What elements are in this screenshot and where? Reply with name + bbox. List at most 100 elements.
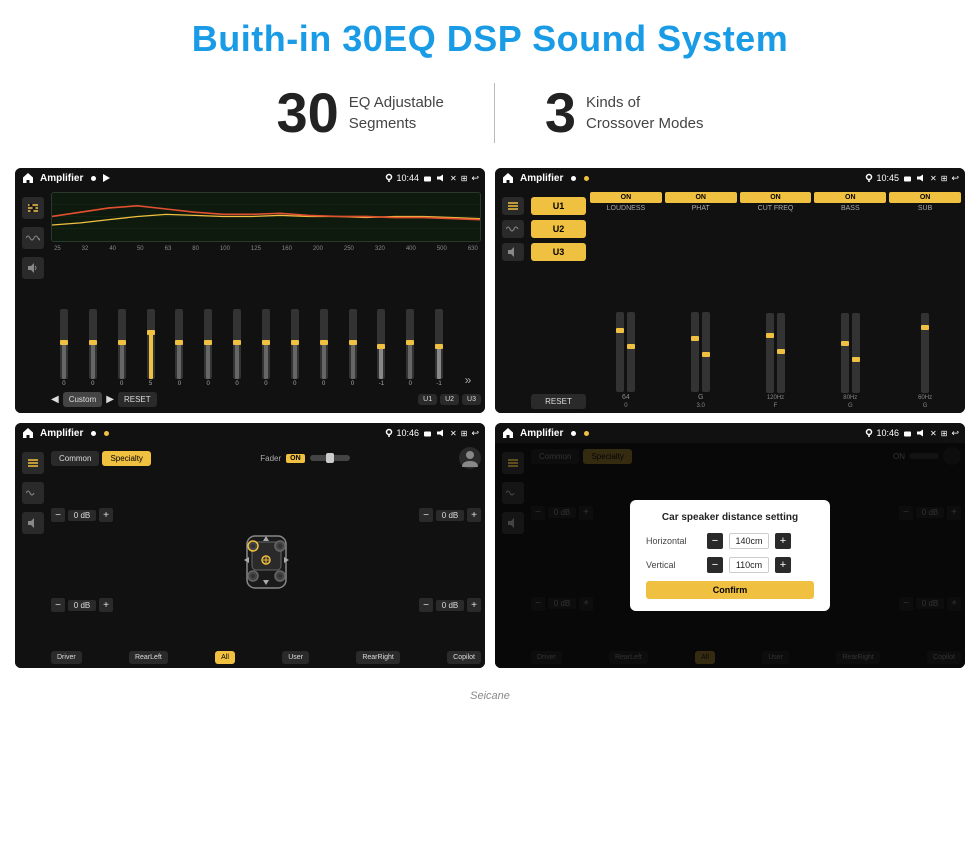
expand-btn-1[interactable]: ⊞ (461, 174, 468, 183)
sub-slider-1[interactable] (921, 313, 929, 393)
eq-prev-btn[interactable]: ◀ (51, 394, 59, 405)
horizontal-minus-btn[interactable]: − (707, 533, 723, 549)
phat-on-btn[interactable]: ON (665, 192, 737, 203)
crossover-side-btn-1[interactable] (502, 197, 524, 215)
horizontal-label: Horizontal (646, 536, 701, 546)
close-btn-1[interactable]: ✕ (450, 174, 457, 183)
u2-btn[interactable]: U2 (531, 220, 586, 238)
db-minus-rl[interactable]: − (51, 598, 65, 612)
avatar-icon[interactable] (459, 447, 481, 469)
cutfreq-on-btn[interactable]: ON (740, 192, 812, 203)
u3-btn[interactable]: U3 (531, 243, 586, 261)
eq-reset-btn[interactable]: RESET (118, 392, 157, 407)
expand-btn-2[interactable]: ⊞ (941, 174, 948, 183)
tab-specialty[interactable]: Specialty (102, 451, 150, 466)
back-btn-4[interactable]: ↩ (951, 428, 959, 439)
eq-slider-track[interactable] (262, 309, 270, 379)
speaker-side-btn-3[interactable] (22, 512, 44, 534)
speaker-side-btn-2[interactable] (22, 482, 44, 504)
close-btn-4[interactable]: ✕ (930, 429, 937, 438)
fader-track[interactable] (310, 455, 350, 461)
rear-right-btn[interactable]: RearRight (356, 651, 400, 664)
eq-slider-track[interactable] (435, 309, 443, 379)
eq-slider-track[interactable] (320, 309, 328, 379)
eq-slider-track[interactable] (377, 309, 385, 379)
eq-side-btn-3[interactable] (22, 257, 44, 279)
horizontal-plus-btn[interactable]: + (775, 533, 791, 549)
all-btn[interactable]: All (215, 651, 235, 664)
user-btn[interactable]: User (282, 651, 309, 664)
screen4-title: Amplifier (520, 428, 563, 439)
home-icon-2[interactable] (501, 171, 515, 185)
back-btn-2[interactable]: ↩ (951, 173, 959, 184)
db-minus-rr[interactable]: − (419, 598, 433, 612)
eq-slider-track[interactable] (175, 309, 183, 379)
wave-icon-1 (26, 234, 40, 242)
eq-slider-track[interactable] (60, 309, 68, 379)
eq-slider-track[interactable] (291, 309, 299, 379)
phat-slider-1[interactable] (691, 312, 699, 392)
expand-btn-3[interactable]: ⊞ (461, 429, 468, 438)
eq-slider-track[interactable] (406, 309, 414, 379)
eq-preset-label[interactable]: Custom (63, 392, 103, 407)
eq-graph (51, 192, 481, 242)
eq-slider-track[interactable] (89, 309, 97, 379)
crossover-side-btn-3[interactable] (502, 243, 524, 261)
eq-side-btn-1[interactable] (22, 197, 44, 219)
crossover-side-btn-2[interactable] (502, 220, 524, 238)
bass-on-btn[interactable]: ON (814, 192, 886, 203)
eq-slider-track[interactable] (147, 309, 155, 379)
eq-more-btn[interactable]: » (455, 373, 481, 387)
status-dot-2 (571, 176, 576, 181)
copilot-btn[interactable]: Copilot (447, 651, 481, 664)
cutfreq-slider-1[interactable] (766, 313, 774, 393)
reset-btn[interactable]: RESET (531, 394, 586, 409)
close-btn-3[interactable]: ✕ (450, 429, 457, 438)
seicane-watermark: Seicane (0, 688, 980, 710)
eq-content: 25 32 40 50 63 80 100 125 160 200 250 32… (15, 188, 485, 413)
close-btn-2[interactable]: ✕ (930, 174, 937, 183)
loudness-on-btn[interactable]: ON (590, 192, 662, 203)
cutfreq-slider-2[interactable] (777, 313, 785, 393)
bass-slider-1[interactable] (841, 313, 849, 393)
loudness-slider-2[interactable] (627, 312, 635, 392)
speaker-side-btn-1[interactable] (22, 452, 44, 474)
home-icon-3[interactable] (21, 426, 35, 440)
db-plus-fl[interactable]: + (99, 508, 113, 522)
eq-u2-btn[interactable]: U2 (440, 394, 459, 405)
fader-on-badge[interactable]: ON (286, 454, 305, 463)
eq-side-btn-2[interactable] (22, 227, 44, 249)
eq-u3-btn[interactable]: U3 (462, 394, 481, 405)
eq-slider-track[interactable] (204, 309, 212, 379)
eq-u1-btn[interactable]: U1 (418, 394, 437, 405)
eq-slider-col: 5 (138, 309, 164, 387)
expand-btn-4[interactable]: ⊞ (941, 429, 948, 438)
eq-next-btn[interactable]: ▶ (106, 394, 114, 405)
vol-icon-2 (916, 174, 926, 182)
phat-slider-2[interactable] (702, 312, 710, 392)
db-plus-rl[interactable]: + (99, 598, 113, 612)
sub-on-btn[interactable]: ON (889, 192, 961, 203)
driver-btn[interactable]: Driver (51, 651, 82, 664)
db-plus-rr[interactable]: + (467, 598, 481, 612)
home-icon-4[interactable] (501, 426, 515, 440)
eq-slider-track[interactable] (349, 309, 357, 379)
confirm-btn[interactable]: Confirm (646, 581, 814, 599)
vertical-plus-btn[interactable]: + (775, 557, 791, 573)
bass-slider-2[interactable] (852, 313, 860, 393)
loudness-slider-1[interactable] (616, 312, 624, 392)
tab-common[interactable]: Common (51, 451, 99, 466)
eq-slider-track[interactable] (233, 309, 241, 379)
vertical-minus-btn[interactable]: − (707, 557, 723, 573)
db-minus-fl[interactable]: − (51, 508, 65, 522)
rear-left-btn[interactable]: RearLeft (129, 651, 168, 664)
db-minus-fr[interactable]: − (419, 508, 433, 522)
u1-btn[interactable]: U1 (531, 197, 586, 215)
eq-left-panel (19, 192, 47, 409)
speaker-tabs: Common Specialty (51, 451, 151, 466)
home-icon-1[interactable] (21, 171, 35, 185)
eq-slider-track[interactable] (118, 309, 126, 379)
back-btn-3[interactable]: ↩ (471, 428, 479, 439)
db-plus-fr[interactable]: + (467, 508, 481, 522)
back-btn-1[interactable]: ↩ (471, 173, 479, 184)
